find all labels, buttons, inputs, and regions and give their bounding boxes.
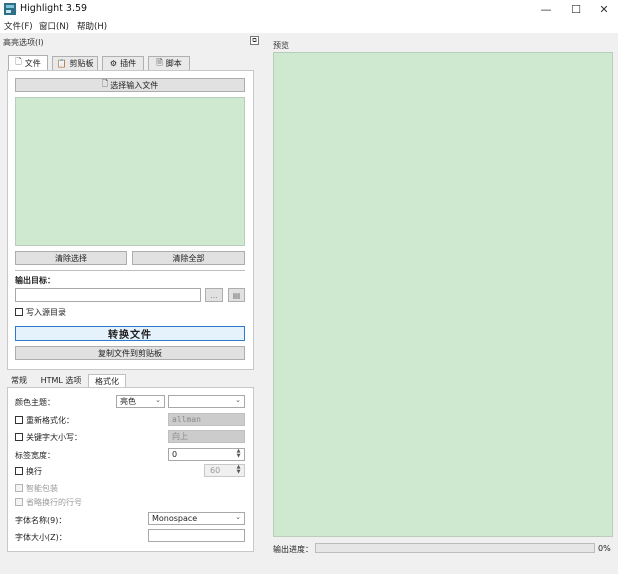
tab-clipboard[interactable]: 📋 剪贴板 [52, 56, 98, 70]
tab-formatting[interactable]: 格式化 [88, 374, 126, 387]
output-target-input[interactable] [15, 288, 201, 302]
dock-float-icon[interactable]: ⧉ [250, 36, 259, 45]
tab-width-label: 标签宽度： [15, 451, 55, 460]
browse-button[interactable]: ... [205, 288, 223, 302]
folder-icon[interactable]: ▤ [228, 288, 245, 302]
tab-html-options[interactable]: HTML 选项 [38, 374, 84, 387]
progress-percent: 0% [598, 544, 611, 553]
tab-scripts[interactable]: 🗎 脚本 [148, 56, 190, 70]
spin-arrows-icon: ▲ ▼ [236, 448, 241, 459]
line-wrap-label: 换行 [26, 467, 42, 476]
keyword-case-checkbox[interactable] [15, 433, 23, 441]
write-to-source-dir-checkbox[interactable] [15, 308, 23, 316]
script-icon: 🗎 [156, 57, 163, 67]
reformat-label: 重新格式化： [26, 416, 74, 425]
font-name-select[interactable]: Monospace ⌄ [148, 512, 245, 525]
line-wrap-width-spinbox[interactable]: 60 ▲ ▼ [204, 464, 245, 477]
divider [15, 270, 245, 271]
file-icon: 🗋 [15, 57, 22, 66]
color-theme-variant-select[interactable]: ⌄ [168, 395, 245, 408]
chevron-down-icon: ⌄ [235, 513, 241, 521]
spin-arrows-icon: ▲ ▼ [236, 464, 241, 475]
title-bar: Highlight 3.59 — ☐ ✕ [0, 0, 618, 18]
window-title: Highlight 3.59 [20, 3, 88, 14]
omit-wrapped-line-numbers-label: 省略换行的行号 [26, 498, 82, 507]
font-size-input[interactable] [148, 529, 245, 542]
menu-help[interactable]: 帮助(H) [77, 20, 107, 32]
highlight-options-title: 高亮选项(I) [3, 38, 44, 47]
tab-width-spinbox[interactable]: 0 ▲ ▼ [168, 448, 245, 461]
line-wrap-checkbox[interactable] [15, 467, 23, 475]
output-progress-label: 输出进度： [273, 545, 313, 554]
tab-plugins[interactable]: ⚙ 插件 [102, 56, 144, 70]
clipboard-icon: 📋 [56, 59, 67, 68]
input-file-list[interactable] [15, 97, 245, 246]
convert-files-button[interactable]: 转换文件 [15, 326, 245, 341]
font-name-label: 字体名称(9)： [15, 516, 67, 525]
keyword-case-select[interactable]: 向上 [168, 430, 245, 443]
reformat-checkbox[interactable] [15, 416, 23, 424]
chevron-down-icon: ⌄ [235, 396, 241, 404]
output-progress-bar [315, 543, 595, 553]
omit-wrapped-line-numbers-checkbox[interactable] [15, 498, 23, 506]
plugin-icon: ⚙ [109, 59, 118, 68]
menu-bar: 文件(F) 窗口(N) 帮助(H) [0, 18, 618, 33]
tab-general[interactable]: 常规 [8, 374, 30, 387]
close-button[interactable]: ✕ [590, 0, 618, 18]
minimize-button[interactable]: — [532, 0, 560, 18]
write-to-source-dir-label: 写入源目录 [26, 308, 66, 317]
smart-wrap-checkbox[interactable] [15, 484, 23, 492]
clear-all-button[interactable]: 清除全部 [132, 251, 245, 265]
maximize-button[interactable]: ☐ [562, 0, 590, 18]
color-theme-label: 颜色主题： [15, 398, 55, 407]
clear-selection-button[interactable]: 清除选择 [15, 251, 127, 265]
preview-area[interactable] [273, 52, 613, 537]
reformat-style-select[interactable]: allman [168, 413, 245, 426]
tab-file[interactable]: 🗋 文件 [8, 55, 48, 70]
chevron-down-icon: ⌄ [155, 396, 161, 404]
file-icon: 🗋 [101, 79, 109, 88]
menu-window[interactable]: 窗口(N) [39, 20, 69, 32]
color-theme-select[interactable]: 亮色 ⌄ [116, 395, 165, 408]
output-target-label: 输出目标： [15, 276, 55, 285]
keyword-case-label: 关键字大小写： [26, 433, 82, 442]
smart-wrap-label: 智能包装 [26, 484, 58, 493]
select-input-files-button[interactable]: 🗋 选择输入文件 [15, 78, 245, 92]
font-size-label: 字体大小(Z)： [15, 533, 67, 542]
app-icon [4, 3, 16, 15]
preview-title: 预览 [273, 41, 289, 50]
copy-to-clipboard-button[interactable]: 复制文件到剪贴板 [15, 346, 245, 360]
menu-file[interactable]: 文件(F) [4, 20, 33, 32]
